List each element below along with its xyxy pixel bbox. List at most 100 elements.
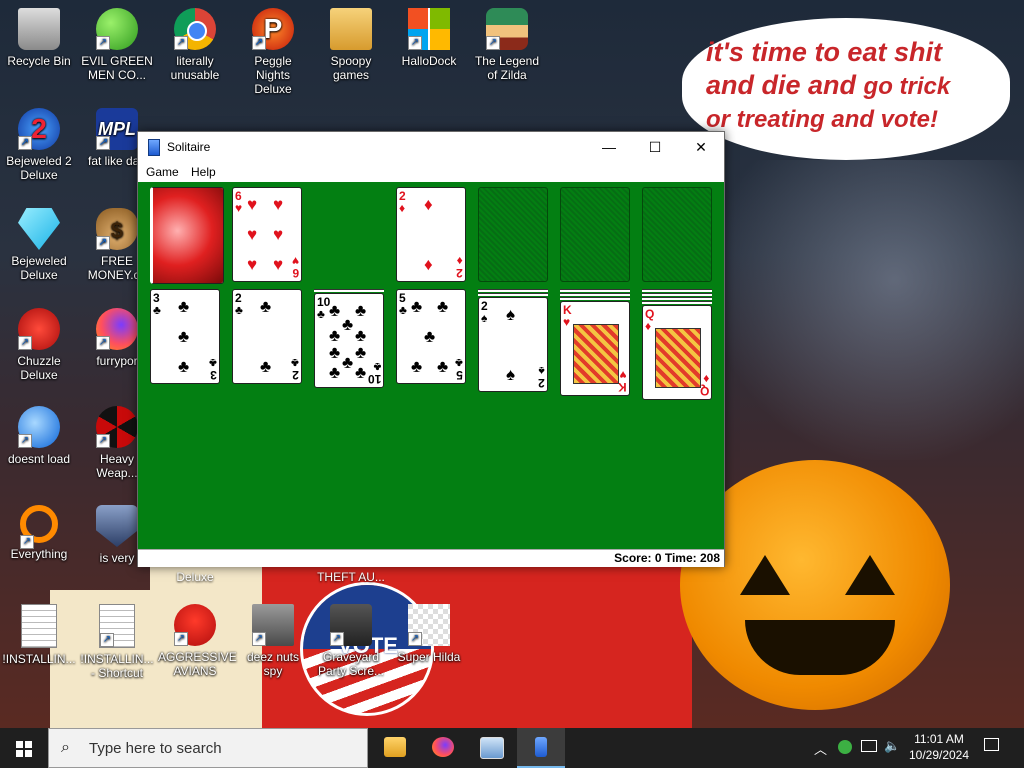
minimize-button[interactable]: — xyxy=(586,132,632,162)
bubble-line-3: or treating and vote! xyxy=(706,106,939,133)
tray-user-icon[interactable] xyxy=(838,740,852,780)
facedown-card-edge xyxy=(642,289,712,292)
tableau-5-card[interactable]: 2 ♠ 2 ♠ ♠ ♠ xyxy=(478,297,548,392)
desktop-icon-chrome[interactable]: ↗ literally unusable xyxy=(158,8,232,82)
facedown-card-edge xyxy=(478,289,548,292)
desktop-icon-peggle[interactable]: P ↗ Peggle Nights Deluxe xyxy=(236,8,310,96)
card-rank: 3 ♣ xyxy=(209,356,217,382)
speech-bubble-text: it's time to eat shit and die and go tri… xyxy=(706,36,996,136)
card-rank: Q ♦ xyxy=(645,307,655,333)
card-rank: 2 ♠ xyxy=(538,364,545,390)
volume-icon[interactable]: 🔈 xyxy=(884,738,900,778)
chrome-icon: ↗ xyxy=(174,8,216,50)
taskbar-control-panel[interactable] xyxy=(467,728,515,768)
desktop-icon-installing[interactable]: !INSTALLIN... xyxy=(2,604,76,666)
bejeweled2-icon: 2 ↗ xyxy=(18,108,60,150)
angry-bird-icon: ↗ xyxy=(174,604,216,646)
desktop-icon-bejeweled[interactable]: Bejeweled Deluxe xyxy=(2,208,76,282)
facedown-card-edge xyxy=(560,289,630,292)
desktop-icon-super-hilda[interactable]: ↗ Super Hilda xyxy=(392,604,466,664)
foundation-3-empty[interactable] xyxy=(560,187,630,282)
card-rank: 10 ♣ xyxy=(367,360,381,386)
firefox-icon: ↗ xyxy=(96,308,138,350)
taskbar-solitaire[interactable] xyxy=(517,728,565,768)
notification-icon[interactable] xyxy=(984,738,999,778)
waste-pile-card[interactable]: 6 ♥ 6 ♥ ♥ ♥ ♥ ♥ ♥ ♥ xyxy=(232,187,302,282)
taskbar-search-box[interactable]: ⌕ Type here to search xyxy=(48,728,368,768)
card-rank: Q ♦ xyxy=(699,372,709,398)
chevron-up-icon[interactable]: ︿ xyxy=(814,739,827,779)
start-button[interactable] xyxy=(0,728,48,768)
card-pip: ♣ xyxy=(355,343,367,362)
card-pip: ♣ xyxy=(424,327,436,346)
taskbar-firefox[interactable] xyxy=(419,728,467,768)
text-file-icon: ↗ xyxy=(99,604,135,648)
zelda-icon: ↗ xyxy=(486,8,528,50)
desktop-icon-installing-shortcut[interactable]: ↗ !INSTALLIN... - Shortcut xyxy=(80,604,154,680)
thunderbird-icon: ↗ xyxy=(18,406,60,448)
file-explorer-icon xyxy=(384,737,406,757)
desktop-icon-deez-nuts-spy[interactable]: ↗ deez nuts spy xyxy=(236,604,310,678)
everything-search-icon: ↗ xyxy=(20,505,58,549)
tableau-2-card[interactable]: 2 ♣ 2 ♣ ♣ ♣ xyxy=(232,289,302,384)
pixel-character-icon: ↗ xyxy=(408,604,450,646)
network-icon[interactable] xyxy=(861,740,877,780)
facedown-card-edge xyxy=(560,293,630,296)
facedown-card-edge xyxy=(642,301,712,304)
card-pip: ♣ xyxy=(329,301,341,320)
maximize-button[interactable]: ☐ xyxy=(632,132,678,162)
tableau-3-card[interactable]: 10 ♣ 10 ♣ ♣ ♣ ♣ ♣ ♣ ♣ ♣ ♣ ♣ ♣ xyxy=(314,293,384,388)
desktop-icon-doesnt-load[interactable]: ↗ doesnt load xyxy=(2,406,76,466)
desktop-icon-aggressive-avians[interactable]: ↗ AGGRESSIVE AVIANS xyxy=(158,604,237,678)
king-face-image xyxy=(573,324,619,384)
card-rank: 5 ♣ xyxy=(455,356,463,382)
close-button[interactable]: ✕ xyxy=(678,132,724,162)
foundation-1-card[interactable]: 2 ♦ 2 ♦ ♦ ♦ xyxy=(396,187,466,282)
mpl-shield-icon xyxy=(96,505,138,547)
title-bar[interactable]: Solitaire — ☐ ✕ xyxy=(138,132,724,162)
partial-icon-label: THEFT AU... xyxy=(317,570,385,584)
desktop-icon-hallodock[interactable]: ↗ HalloDock xyxy=(392,8,466,68)
card-pip: ♣ xyxy=(411,297,423,316)
card-pip: ♣ xyxy=(355,301,367,320)
recycle-bin-icon xyxy=(18,8,60,50)
system-clock[interactable]: 11:01 AM 10/29/2024 xyxy=(900,731,978,763)
desktop: VOTE it's time to eat shit and die and g… xyxy=(0,0,1024,728)
card-rank: K ♥ xyxy=(563,303,572,329)
menu-help[interactable]: Help xyxy=(191,165,216,179)
menu-bar: Game Help xyxy=(138,162,724,182)
card-rank: 5 ♣ xyxy=(399,291,407,317)
menu-game[interactable]: Game xyxy=(146,165,179,179)
card-pip: ♥ xyxy=(247,255,258,274)
gem-icon xyxy=(18,208,60,250)
card-pip: ♥ xyxy=(273,255,284,274)
windows-logo-icon xyxy=(16,741,32,757)
folder-icon xyxy=(330,8,372,50)
card-pip: ♣ xyxy=(355,326,367,345)
foundation-2-empty[interactable] xyxy=(478,187,548,282)
mp-icon: MPL ↗ xyxy=(96,108,138,150)
bubble-line-1: it's time to eat shit xyxy=(706,37,942,67)
foundation-4-empty[interactable] xyxy=(642,187,712,282)
text-file-icon xyxy=(21,604,57,648)
tableau-4-card[interactable]: 5 ♣ 5 ♣ ♣ ♣ ♣ ♣ ♣ xyxy=(396,289,466,384)
desktop-icon-everything[interactable]: ↗ Everything xyxy=(2,505,76,561)
solitaire-window[interactable]: Solitaire — ☐ ✕ Game Help 6 ♥ 6 ♥ ♥ ♥ ♥ ♥ … xyxy=(137,131,725,567)
card-pip: ♣ xyxy=(342,315,354,334)
tableau-7-card[interactable]: Q ♦ Q ♦ xyxy=(642,305,712,400)
tableau-1-card[interactable]: 3 ♣ 3 ♣ ♣ ♣ ♣ xyxy=(150,289,220,384)
desktop-icon-recycle-bin[interactable]: Recycle Bin xyxy=(2,8,76,68)
facedown-card-edge xyxy=(560,297,630,300)
desktop-icon-bejeweled-2[interactable]: 2 ↗ Bejeweled 2 Deluxe xyxy=(2,108,76,182)
desktop-icon-legend-of-zilda[interactable]: ↗ The Legend of Zilda xyxy=(470,8,544,82)
peggle-icon: P ↗ xyxy=(252,8,294,50)
desktop-icon-evil-green-men[interactable]: ↗ EVIL GREEN MEN CO... xyxy=(80,8,154,82)
stock-pile[interactable] xyxy=(150,187,224,284)
card-pip: ♣ xyxy=(178,327,190,346)
taskbar-file-explorer[interactable] xyxy=(371,728,419,768)
desktop-icon-chuzzle[interactable]: ↗ Chuzzle Deluxe xyxy=(2,308,76,382)
tableau-6-card[interactable]: K ♥ K ♥ xyxy=(560,301,630,396)
desktop-icon-graveyard-party[interactable]: ↗ Graveyard Party Scre... xyxy=(314,604,388,678)
desktop-icon-spoopy-games[interactable]: Spoopy games xyxy=(314,8,388,82)
card-pip: ♣ xyxy=(437,297,449,316)
